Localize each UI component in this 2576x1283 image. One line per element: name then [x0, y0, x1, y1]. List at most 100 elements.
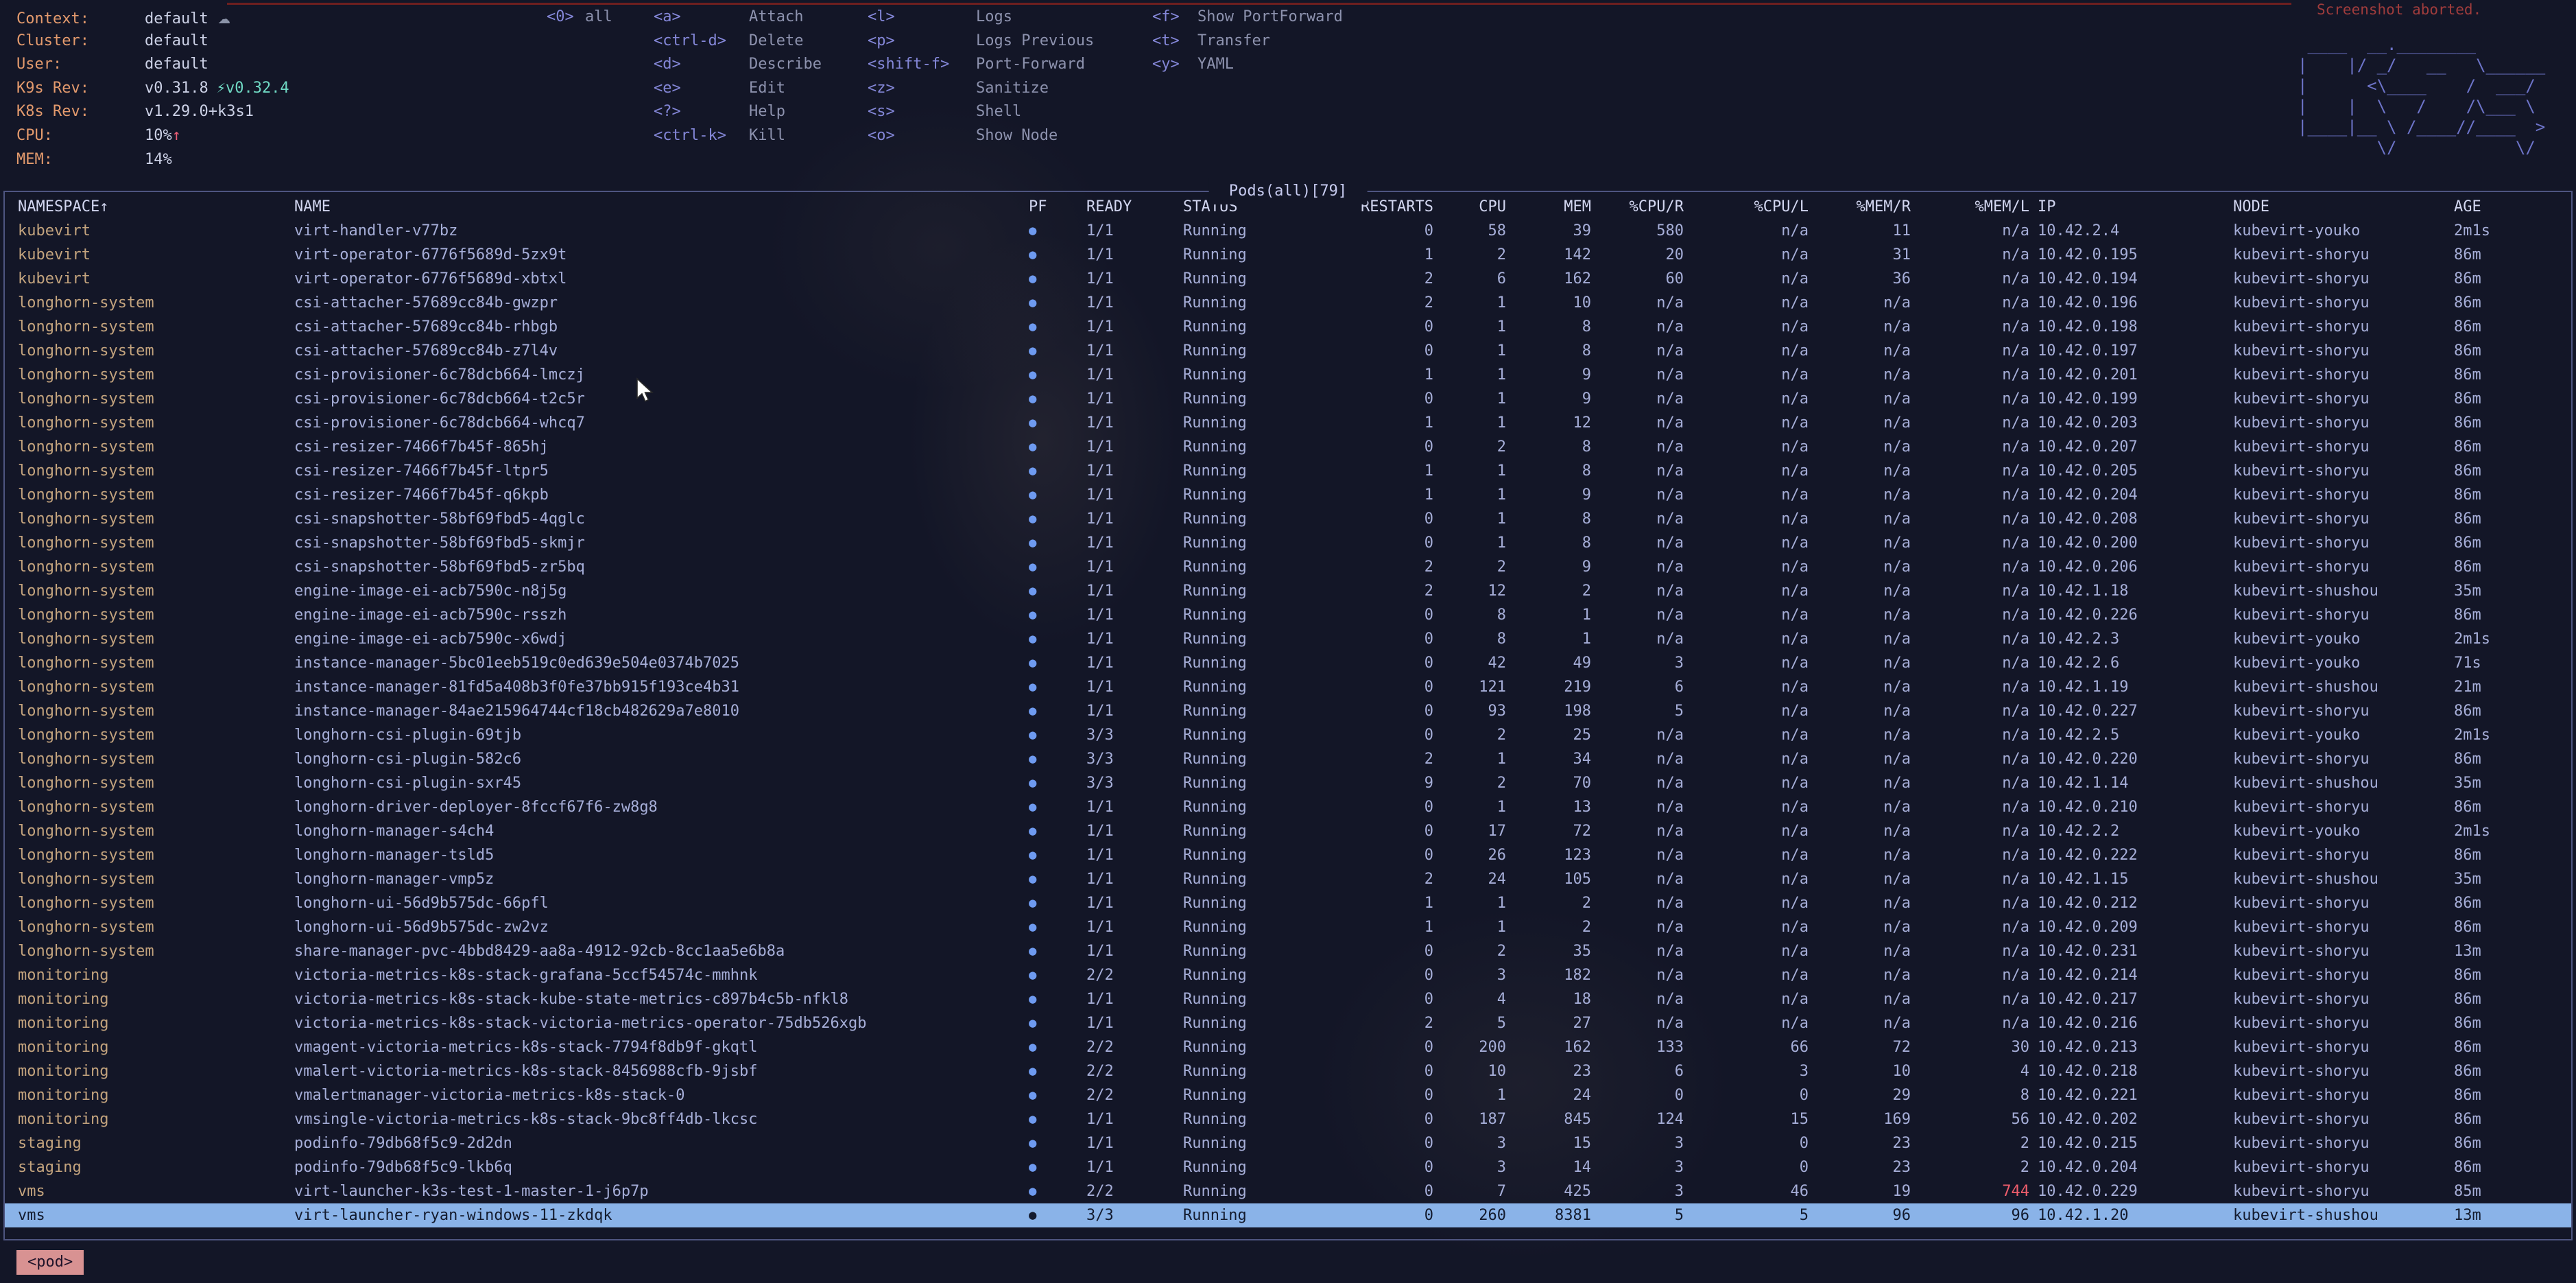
- mem-cell: 18: [1506, 987, 1591, 1011]
- info-label: K8s Rev:: [16, 100, 145, 124]
- ready-cell: 1/1: [1086, 411, 1183, 435]
- table-row[interactable]: longhorn-systemlonghorn-manager-vmp5z●1/…: [5, 867, 2571, 891]
- namespace-cell: longhorn-system: [18, 411, 294, 435]
- cpu-cell: 2: [1433, 939, 1506, 963]
- name-cell: longhorn-ui-56d9b575dc-zw2vz: [294, 915, 1022, 939]
- mem-l-cell: n/a: [1911, 315, 2029, 339]
- namespace-cell: longhorn-system: [18, 771, 294, 795]
- name-cell: victoria-metrics-k8s-stack-kube-state-me…: [294, 987, 1022, 1011]
- table-row[interactable]: longhorn-systemengine-image-ei-acb7590c-…: [5, 603, 2571, 627]
- hotkey-key: <l>: [868, 5, 976, 30]
- mem-cell: 142: [1506, 243, 1591, 267]
- table-row[interactable]: longhorn-systemshare-manager-pvc-4bbd842…: [5, 939, 2571, 963]
- cpu-cell: 8: [1433, 603, 1506, 627]
- mem-cell: 2: [1506, 891, 1591, 915]
- table-row[interactable]: longhorn-systemcsi-provisioner-6c78dcb66…: [5, 411, 2571, 435]
- table-row[interactable]: stagingpodinfo-79db68f5c9-2d2dn●1/1Runni…: [5, 1131, 2571, 1155]
- table-row[interactable]: monitoringvmalert-victoria-metrics-k8s-s…: [5, 1059, 2571, 1083]
- node-cell: kubevirt-shoryu: [2233, 243, 2454, 267]
- cpu-r-cell: n/a: [1591, 987, 1684, 1011]
- table-row[interactable]: longhorn-systemcsi-resizer-7466f7b45f-86…: [5, 435, 2571, 459]
- table-row[interactable]: longhorn-systemlonghorn-csi-plugin-69tjb…: [5, 723, 2571, 747]
- namespace-cell: longhorn-system: [18, 723, 294, 747]
- table-row[interactable]: longhorn-systemcsi-attacher-57689cc84b-r…: [5, 315, 2571, 339]
- cpu-l-cell: n/a: [1684, 819, 1809, 843]
- ip-cell: 10.42.0.216: [2029, 1011, 2233, 1035]
- table-row[interactable]: longhorn-systemlonghorn-manager-tsld5●1/…: [5, 843, 2571, 867]
- hotkey-key: <d>: [654, 53, 749, 77]
- table-row[interactable]: monitoringvmalertmanager-victoria-metric…: [5, 1083, 2571, 1107]
- table-row[interactable]: longhorn-systemcsi-attacher-57689cc84b-g…: [5, 291, 2571, 315]
- table-row[interactable]: monitoringvictoria-metrics-k8s-stack-gra…: [5, 963, 2571, 987]
- age-cell: 13m: [2454, 1203, 2576, 1227]
- mem-l-cell: n/a: [1911, 363, 2029, 387]
- age-cell: 86m: [2454, 483, 2576, 507]
- restarts-cell: 0: [1351, 843, 1433, 867]
- restarts-cell: 1: [1351, 363, 1433, 387]
- table-row[interactable]: kubevirtvirt-handler-v77bz●1/1Running058…: [5, 219, 2571, 243]
- table-row[interactable]: longhorn-systemlonghorn-driver-deployer-…: [5, 795, 2571, 819]
- table-row[interactable]: longhorn-systeminstance-manager-5bc01eeb…: [5, 651, 2571, 675]
- table-row[interactable]: longhorn-systemlonghorn-csi-plugin-sxr45…: [5, 771, 2571, 795]
- cpu-cell: 200: [1433, 1035, 1506, 1059]
- table-row[interactable]: longhorn-systemlonghorn-ui-56d9b575dc-66…: [5, 891, 2571, 915]
- table-row[interactable]: longhorn-systeminstance-manager-84ae2159…: [5, 699, 2571, 723]
- cpu-cell: 10: [1433, 1059, 1506, 1083]
- age-cell: 2m1s: [2454, 723, 2576, 747]
- status-cell: Running: [1183, 507, 1351, 531]
- table-row[interactable]: kubevirtvirt-operator-6776f5689d-xbtxl●1…: [5, 267, 2571, 291]
- mem-cell: 1: [1506, 603, 1591, 627]
- mem-l-cell: n/a: [1911, 579, 2029, 603]
- age-cell: 21m: [2454, 675, 2576, 699]
- table-row[interactable]: longhorn-systemcsi-attacher-57689cc84b-z…: [5, 339, 2571, 363]
- table-row[interactable]: longhorn-systemengine-image-ei-acb7590c-…: [5, 627, 2571, 651]
- table-row[interactable]: monitoringvmagent-victoria-metrics-k8s-s…: [5, 1035, 2571, 1059]
- table-row[interactable]: monitoringvictoria-metrics-k8s-stack-vic…: [5, 1011, 2571, 1035]
- table-row[interactable]: vmsvirt-launcher-ryan-windows-11-zkdqk●3…: [5, 1203, 2571, 1227]
- cpu-cell: 1: [1433, 915, 1506, 939]
- table-row[interactable]: longhorn-systemengine-image-ei-acb7590c-…: [5, 579, 2571, 603]
- table-row[interactable]: kubevirtvirt-operator-6776f5689d-5zx9t●1…: [5, 243, 2571, 267]
- table-row[interactable]: longhorn-systemcsi-snapshotter-58bf69fbd…: [5, 507, 2571, 531]
- table-row[interactable]: longhorn-systemcsi-provisioner-6c78dcb66…: [5, 363, 2571, 387]
- table-row[interactable]: longhorn-systemcsi-snapshotter-58bf69fbd…: [5, 531, 2571, 555]
- hotkey: <e>Edit: [654, 77, 822, 101]
- restarts-cell: 0: [1351, 1083, 1433, 1107]
- status-cell: Running: [1183, 747, 1351, 771]
- node-cell: kubevirt-youko: [2233, 723, 2454, 747]
- name-cell: podinfo-79db68f5c9-lkb6q: [294, 1155, 1022, 1179]
- age-cell: 86m: [2454, 411, 2576, 435]
- cpu-r-cell: n/a: [1591, 843, 1684, 867]
- mem-r-cell: n/a: [1809, 771, 1911, 795]
- ready-cell: 1/1: [1086, 867, 1183, 891]
- table-row[interactable]: vmsvirt-launcher-k3s-test-1-master-1-j6p…: [5, 1179, 2571, 1203]
- table-row[interactable]: stagingpodinfo-79db68f5c9-lkb6q●1/1Runni…: [5, 1155, 2571, 1179]
- table-row[interactable]: longhorn-systemcsi-resizer-7466f7b45f-q6…: [5, 483, 2571, 507]
- table-row[interactable]: longhorn-systemcsi-snapshotter-58bf69fbd…: [5, 555, 2571, 579]
- ready-cell: 2/2: [1086, 1179, 1183, 1203]
- restarts-cell: 2: [1351, 267, 1433, 291]
- table-row[interactable]: longhorn-systemcsi-resizer-7466f7b45f-lt…: [5, 459, 2571, 483]
- table-row[interactable]: monitoringvictoria-metrics-k8s-stack-kub…: [5, 987, 2571, 1011]
- mem-r-cell: n/a: [1809, 339, 1911, 363]
- restarts-cell: 1: [1351, 483, 1433, 507]
- table-row[interactable]: longhorn-systemcsi-provisioner-6c78dcb66…: [5, 387, 2571, 411]
- ready-cell: 1/1: [1086, 219, 1183, 243]
- namespace-cell: longhorn-system: [18, 339, 294, 363]
- age-cell: 2m1s: [2454, 219, 2576, 243]
- status-cell: Running: [1183, 843, 1351, 867]
- mem-cell: 27: [1506, 1011, 1591, 1035]
- pf-cell: ●: [1022, 939, 1086, 963]
- pf-cell: ●: [1022, 483, 1086, 507]
- ip-cell: 10.42.0.217: [2029, 987, 2233, 1011]
- table-row[interactable]: longhorn-systemlonghorn-manager-s4ch4●1/…: [5, 819, 2571, 843]
- table-row[interactable]: longhorn-systeminstance-manager-81fd5a40…: [5, 675, 2571, 699]
- restarts-cell: 0: [1351, 1179, 1433, 1203]
- ready-cell: 1/1: [1086, 915, 1183, 939]
- table-row[interactable]: longhorn-systemlonghorn-ui-56d9b575dc-zw…: [5, 915, 2571, 939]
- restarts-cell: 9: [1351, 771, 1433, 795]
- table-row[interactable]: longhorn-systemlonghorn-csi-plugin-582c6…: [5, 747, 2571, 771]
- breadcrumb-pod[interactable]: <pod>: [16, 1250, 84, 1275]
- ready-cell: 1/1: [1086, 699, 1183, 723]
- table-row[interactable]: monitoringvmsingle-victoria-metrics-k8s-…: [5, 1107, 2571, 1131]
